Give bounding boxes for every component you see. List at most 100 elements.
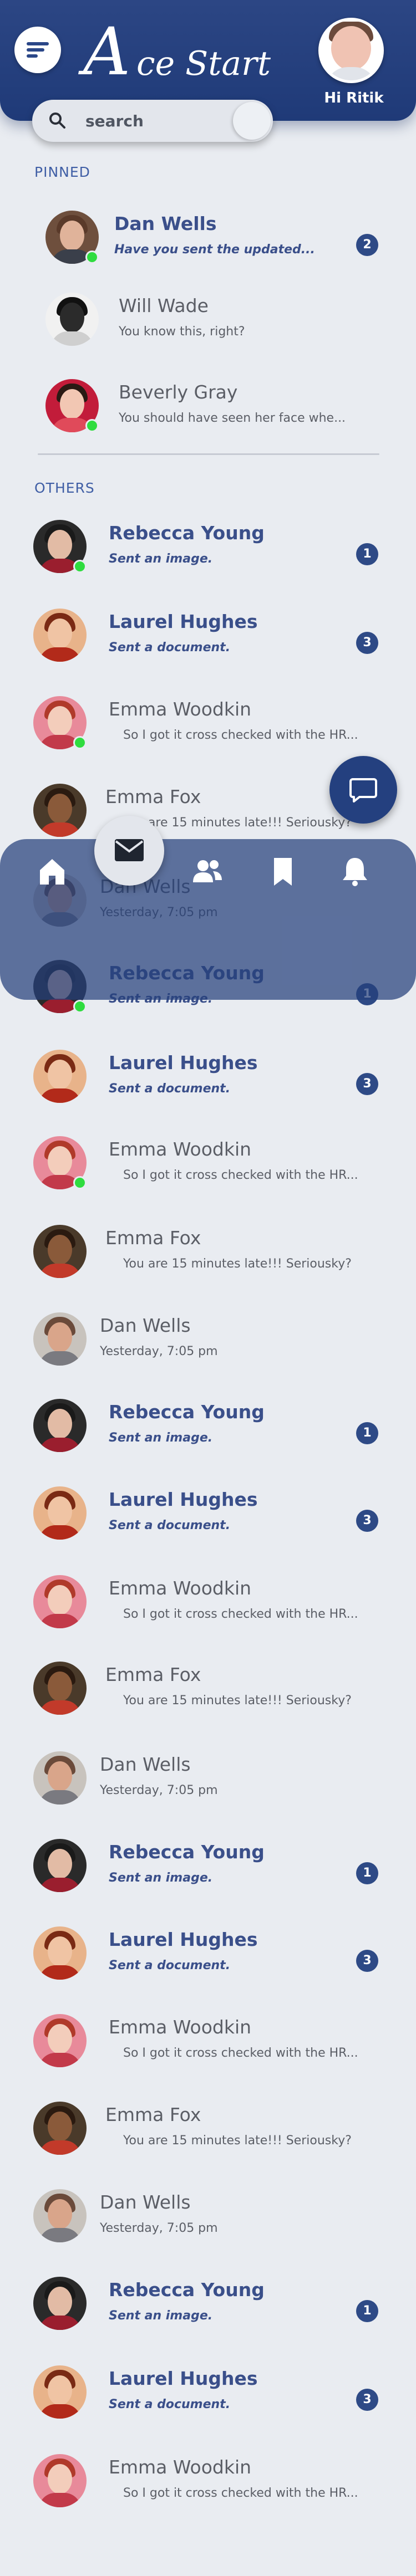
chat-list-item[interactable]: Laurel Hughes Sent a document. 3 <box>0 1926 416 2015</box>
bell-icon[interactable] <box>338 855 372 888</box>
message-preview: Sent a document. <box>109 1959 231 1972</box>
unread-badge: 3 <box>356 1073 378 1095</box>
avatar <box>33 1662 87 1715</box>
contact-name: Emma Fox <box>105 786 201 807</box>
new-chat-button[interactable] <box>329 756 397 824</box>
chat-list-item[interactable]: Emma Fox You are 15 minutes late!!! Serio… <box>0 2102 416 2190</box>
chat-list-item[interactable]: Emma Woodkin So I got it cross checked wi… <box>0 2454 416 2543</box>
avatar-face <box>48 1235 72 1265</box>
message-preview: So I got it cross checked with the HR... <box>123 1168 358 1182</box>
unread-badge: 1 <box>356 543 378 565</box>
contacts-icon[interactable] <box>191 855 224 888</box>
chat-list-item[interactable]: Will Wade You know this, right? <box>0 293 416 381</box>
online-indicator <box>85 251 99 264</box>
contact-name: Laurel Hughes <box>109 1929 258 1950</box>
avatar <box>33 1751 87 1805</box>
chat-list-item[interactable]: Emma Fox You are 15 minutes late!!! Serio… <box>0 1662 416 1750</box>
chat-list-item[interactable]: Emma Woodkin So I got it cross checked wi… <box>0 1575 416 1664</box>
contact-name: Will Wade <box>119 295 209 316</box>
unread-badge: 3 <box>356 1950 378 1972</box>
chat-list-item[interactable]: Rebecca Young Sent an image. 1 <box>0 1839 416 1928</box>
menu-button[interactable] <box>14 27 61 73</box>
avatar-face <box>48 2024 72 2054</box>
avatar-face <box>48 2375 72 2405</box>
message-preview: Sent a document. <box>109 641 231 655</box>
chat-list-item[interactable]: Laurel Hughes Sent a document. 3 <box>0 2365 416 2454</box>
chat-list-item[interactable]: Rebecca Young Sent an image. 1 <box>0 2277 416 2365</box>
avatar-face <box>48 1849 72 1879</box>
avatar-face <box>48 1322 72 1352</box>
avatar <box>33 1312 87 1366</box>
chat-list-item[interactable]: Dan Wells Yesterday, 7:05 pm <box>0 1312 416 1401</box>
message-preview: Yesterday, 7:05 pm <box>100 1345 218 1358</box>
chat-list-item[interactable]: Laurel Hughes Sent a document. 3 <box>0 1050 416 1138</box>
avatar <box>33 609 87 662</box>
search-toggle[interactable] <box>233 102 271 140</box>
chat-list-item[interactable]: Dan Wells Yesterday, 7:05 pm <box>0 1751 416 1840</box>
contact-name: Emma Woodkin <box>109 698 252 720</box>
chat-list-item[interactable]: Rebecca Young Sent an image. 1 <box>0 1399 416 1488</box>
contact-name: Laurel Hughes <box>109 1489 258 1510</box>
chat-list-item[interactable]: Rebecca Young Sent an image. 1 <box>0 520 416 609</box>
contact-name: Laurel Hughes <box>109 2368 258 2389</box>
message-preview: Sent an image. <box>109 1871 213 1885</box>
avatar-face <box>48 2287 72 2317</box>
message-preview: So I got it cross checked with the HR... <box>123 2486 358 2500</box>
online-indicator <box>85 419 99 432</box>
avatar-face <box>48 706 72 736</box>
contact-name: Rebecca Young <box>109 1841 265 1863</box>
unread-badge: 1 <box>356 2300 378 2322</box>
avatar <box>33 1839 87 1892</box>
contact-name: Rebecca Young <box>109 1401 265 1423</box>
chat-list-item[interactable]: Laurel Hughes Sent a document. 3 <box>0 1486 416 1575</box>
contact-name: Emma Fox <box>105 2104 201 2125</box>
online-indicator <box>73 736 87 749</box>
avatar <box>33 1225 87 1278</box>
contact-name: Emma Woodkin <box>109 2456 252 2478</box>
avatar <box>33 1486 87 1540</box>
avatar-face <box>60 221 84 251</box>
chat-list-item[interactable]: Beverly Gray You should have seen her fac… <box>0 379 416 468</box>
chat-list-item[interactable]: Dan Wells Have you sent the updated... 2 <box>0 211 416 299</box>
avatar-face <box>60 303 84 333</box>
avatar-face <box>48 2112 72 2141</box>
bookmark-icon[interactable] <box>266 855 300 888</box>
chat-list-item[interactable]: Emma Woodkin So I got it cross checked wi… <box>0 1136 416 1225</box>
pinned-section-label: PINNED <box>34 164 90 180</box>
nav-active-mail[interactable] <box>94 816 164 886</box>
avatar <box>33 2102 87 2155</box>
avatar-face <box>48 1146 72 1176</box>
avatar-face <box>48 2199 72 2229</box>
mail-icon <box>115 839 144 861</box>
avatar-face <box>48 794 72 824</box>
avatar <box>33 2014 87 2067</box>
avatar-face <box>48 2464 72 2494</box>
profile-avatar[interactable] <box>318 18 384 83</box>
message-preview: So I got it cross checked with the HR... <box>123 728 358 742</box>
home-icon[interactable] <box>35 855 69 888</box>
app-logo: A ce Start <box>83 19 283 85</box>
online-indicator <box>73 1176 87 1189</box>
contact-name: Dan Wells <box>100 1754 191 1775</box>
avatar-face <box>48 530 72 560</box>
avatar <box>33 2454 87 2507</box>
search-bar[interactable]: search <box>32 100 273 142</box>
contact-name: Dan Wells <box>100 1315 191 1336</box>
avatar-face <box>48 619 72 648</box>
greeting-text: Hi Ritik <box>324 90 384 106</box>
avatar-face <box>60 389 84 419</box>
avatar <box>45 293 99 346</box>
avatar-face <box>48 1585 72 1615</box>
avatar <box>33 2189 87 2242</box>
chat-list-item[interactable]: Laurel Hughes Sent a document. 3 <box>0 609 416 697</box>
avatar-face <box>48 1496 72 1526</box>
chat-list-item[interactable]: Emma Fox You are 15 minutes late!!! Serio… <box>0 1225 416 1313</box>
avatar-face <box>331 26 371 70</box>
chat-list-item[interactable]: Dan Wells Yesterday, 7:05 pm <box>0 2189 416 2278</box>
menu-icon-line <box>27 54 38 58</box>
unread-badge: 3 <box>356 632 378 654</box>
message-preview: You are 15 minutes late!!! Seriousky? <box>123 1694 352 1708</box>
avatar <box>33 1926 87 1980</box>
search-input[interactable]: search <box>85 112 144 130</box>
chat-list-item[interactable]: Emma Woodkin So I got it cross checked wi… <box>0 2014 416 2103</box>
